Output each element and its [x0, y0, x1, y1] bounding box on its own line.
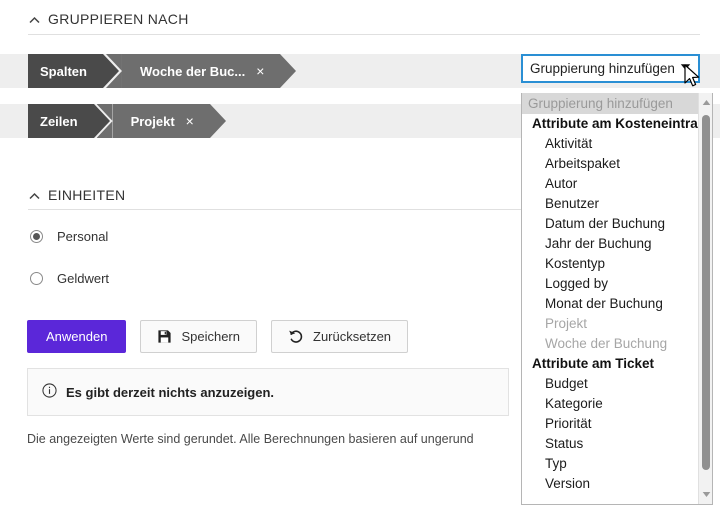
- dropdown-option-typ[interactable]: Typ: [522, 454, 698, 474]
- action-button-bar: Anwenden Speichern Zurücksetzen: [27, 320, 409, 353]
- group-by-field-label: Projekt: [130, 113, 175, 129]
- apply-button-label: Anwenden: [46, 329, 108, 344]
- group-by-axis-chip-rows: Zeilen: [28, 104, 110, 138]
- radio-indicator-geldwert[interactable]: [30, 272, 43, 285]
- add-grouping-combobox-label: Gruppierung hinzufügen: [530, 61, 675, 76]
- remove-grouping-icon[interactable]: ×: [256, 64, 264, 78]
- dropdown-option-version[interactable]: Version: [522, 474, 698, 494]
- empty-state-message: Es gibt derzeit nichts anzuzeigen.: [66, 384, 275, 400]
- caret-down-icon[interactable]: [680, 63, 691, 74]
- dropdown-option-prioritaet[interactable]: Priorität: [522, 414, 698, 434]
- dropdown-scrollbar-thumb[interactable]: [702, 115, 710, 470]
- floppy-disk-icon: [157, 329, 172, 344]
- group-by-field-chip-rows[interactable]: Projekt ×: [112, 104, 227, 138]
- save-button-label: Speichern: [181, 329, 240, 344]
- remove-grouping-icon[interactable]: ×: [186, 114, 194, 128]
- section-header-group-by[interactable]: GRUPPIEREN NACH: [28, 11, 189, 27]
- radio-option-personal[interactable]: Personal: [30, 229, 108, 244]
- caret-up-icon: [28, 190, 41, 203]
- reset-button-label: Zurücksetzen: [313, 329, 392, 344]
- dropdown-option-jahr-der-buchung[interactable]: Jahr der Buchung: [522, 234, 698, 254]
- info-circle-icon: [42, 383, 57, 401]
- scroll-up-arrow-icon[interactable]: [699, 95, 712, 110]
- save-button[interactable]: Speichern: [140, 320, 257, 353]
- section-title-group-by: GRUPPIEREN NACH: [48, 11, 189, 27]
- dropdown-option-status[interactable]: Status: [522, 434, 698, 454]
- apply-button[interactable]: Anwenden: [27, 320, 127, 353]
- dropdown-group-header-cost-entry: Attribute am Kosteneintrag: [532, 116, 698, 131]
- dropdown-option-datum-der-buchung[interactable]: Datum der Buchung: [522, 214, 698, 234]
- group-by-field-chip-columns[interactable]: Woche der Buc... ×: [121, 54, 297, 88]
- dropdown-option-benutzer[interactable]: Benutzer: [522, 194, 698, 214]
- radio-label-geldwert: Geldwert: [57, 271, 110, 286]
- add-grouping-dropdown[interactable]: Gruppierung hinzufügen Attribute am Kost…: [521, 93, 713, 505]
- dropdown-option-aktivitaet[interactable]: Aktivität: [522, 134, 698, 154]
- dropdown-group-header-ticket: Attribute am Ticket: [532, 356, 655, 371]
- dropdown-placeholder-item[interactable]: Gruppierung hinzufügen: [522, 93, 698, 114]
- group-by-axis-label: Zeilen: [40, 113, 78, 129]
- group-by-field-label: Woche der Buc...: [139, 63, 246, 79]
- group-by-axis-label: Spalten: [40, 63, 87, 79]
- dropdown-option-woche-der-buchung: Woche der Buchung: [545, 336, 668, 351]
- dropdown-option-budget[interactable]: Budget: [522, 374, 698, 394]
- section-title-units: EINHEITEN: [48, 187, 126, 203]
- section-divider-group-by: [28, 34, 700, 35]
- radio-label-personal: Personal: [57, 229, 109, 244]
- scroll-down-arrow-icon[interactable]: [699, 487, 712, 502]
- dropdown-scrollbar[interactable]: [698, 93, 712, 504]
- rounding-note: Die angezeigten Werte sind gerundet. All…: [27, 432, 474, 446]
- empty-state-notice: Es gibt derzeit nichts anzuzeigen.: [27, 368, 509, 416]
- caret-up-icon: [28, 14, 41, 27]
- dropdown-option-arbeitspaket[interactable]: Arbeitspaket: [522, 154, 698, 174]
- dropdown-option-kostentyp[interactable]: Kostentyp: [522, 254, 698, 274]
- reset-button[interactable]: Zurücksetzen: [271, 320, 409, 353]
- dropdown-option-monat-der-buchung[interactable]: Monat der Buchung: [522, 294, 698, 314]
- radio-option-geldwert[interactable]: Geldwert: [30, 271, 109, 286]
- group-by-axis-chip-columns: Spalten: [28, 54, 119, 88]
- dropdown-option-kategorie[interactable]: Kategorie: [522, 394, 698, 414]
- undo-arrow-icon: [288, 329, 304, 344]
- dropdown-option-logged-by[interactable]: Logged by: [522, 274, 698, 294]
- add-grouping-combobox[interactable]: Gruppierung hinzufügen: [521, 54, 700, 83]
- dropdown-option-list[interactable]: Gruppierung hinzufügen Attribute am Kost…: [522, 93, 698, 504]
- dropdown-option-projekt: Projekt: [545, 316, 588, 331]
- radio-indicator-personal[interactable]: [30, 230, 43, 243]
- dropdown-option-autor[interactable]: Autor: [522, 174, 698, 194]
- section-header-units[interactable]: EINHEITEN: [28, 187, 125, 203]
